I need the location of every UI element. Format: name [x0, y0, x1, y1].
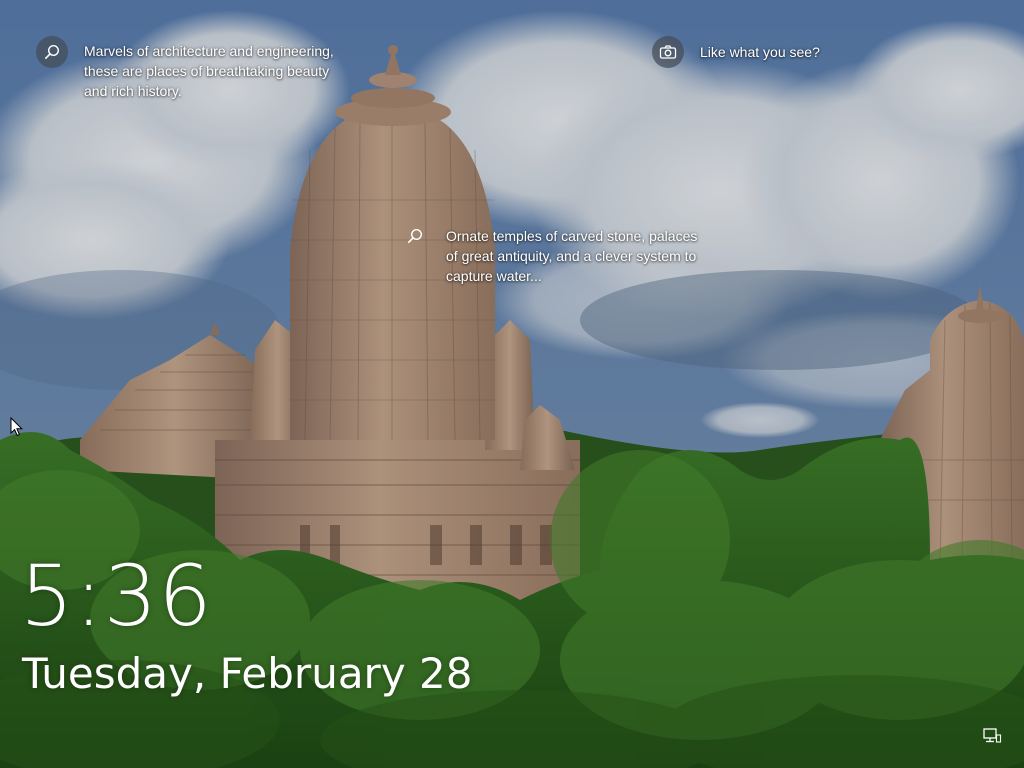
- spotlight-like-prompt[interactable]: Like what you see?: [652, 36, 820, 68]
- mouse-cursor-icon: [10, 417, 24, 437]
- search-icon[interactable]: [36, 36, 68, 68]
- spotlight-hotspot-temples[interactable]: Ornate temples of carved stone, palaces …: [404, 225, 736, 286]
- search-icon[interactable]: [404, 225, 426, 247]
- spotlight-like-text: Like what you see?: [700, 44, 820, 60]
- spotlight-fact-text: Marvels of architecture and engineering,…: [84, 43, 334, 99]
- spotlight-fact-text: Ornate temples of carved stone, palaces …: [446, 228, 698, 284]
- lock-screen-time: 5:36: [20, 547, 213, 645]
- spotlight-hotspot-architecture[interactable]: Marvels of architecture and engineering,…: [36, 36, 364, 101]
- camera-icon[interactable]: [652, 36, 684, 68]
- lock-screen-date: Tuesday, February 28: [22, 649, 473, 698]
- network-icon[interactable]: [980, 724, 1004, 748]
